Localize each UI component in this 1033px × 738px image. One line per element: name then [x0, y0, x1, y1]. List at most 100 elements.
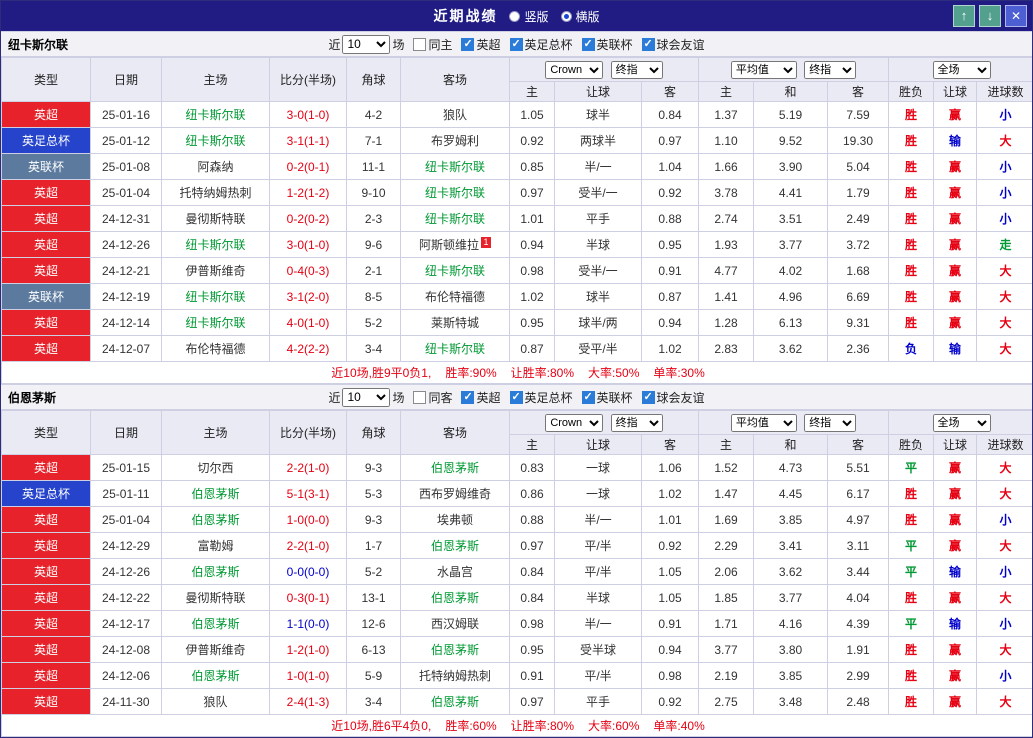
euro-home-odds: 2.29	[699, 533, 754, 559]
asian-source-select[interactable]: Crown	[545, 414, 603, 432]
home-team[interactable]: 曼彻斯特联	[162, 206, 270, 232]
layout-horizontal-radio[interactable]: 横版	[561, 8, 600, 25]
asian-away-odds: 0.92	[642, 689, 699, 715]
euro-home-odds: 1.10	[699, 128, 754, 154]
away-team[interactable]: 伯恩茅斯	[401, 689, 510, 715]
league-filter-2[interactable]: 英联杯	[575, 36, 633, 53]
scroll-up-button[interactable]: ↑	[953, 5, 975, 27]
away-team[interactable]: 伯恩茅斯	[401, 533, 510, 559]
home-team[interactable]: 阿森纳	[162, 154, 270, 180]
match-count-select[interactable]: 10	[342, 388, 390, 407]
away-team[interactable]: 纽卡斯尔联	[401, 154, 510, 180]
away-team[interactable]: 莱斯特城	[401, 310, 510, 336]
score[interactable]: 2-4(1-3)	[270, 689, 347, 715]
away-team[interactable]: 西汉姆联	[401, 611, 510, 637]
home-team[interactable]: 伯恩茅斯	[162, 507, 270, 533]
home-team[interactable]: 纽卡斯尔联	[162, 284, 270, 310]
close-button[interactable]: ✕	[1005, 5, 1027, 27]
score[interactable]: 0-2(0-2)	[270, 206, 347, 232]
layout-vertical-radio[interactable]: 竖版	[509, 8, 548, 25]
score[interactable]: 0-0(0-0)	[270, 559, 347, 585]
home-team[interactable]: 伯恩茅斯	[162, 663, 270, 689]
away-team[interactable]: 西布罗姆维奇	[401, 481, 510, 507]
score[interactable]: 1-2(1-0)	[270, 637, 347, 663]
away-team[interactable]: 伯恩茅斯	[401, 637, 510, 663]
score[interactable]: 4-0(1-0)	[270, 310, 347, 336]
score[interactable]: 1-0(1-0)	[270, 663, 347, 689]
home-team[interactable]: 伯恩茅斯	[162, 611, 270, 637]
score[interactable]: 2-2(1-0)	[270, 533, 347, 559]
home-team[interactable]: 富勒姆	[162, 533, 270, 559]
away-team[interactable]: 埃弗顿	[401, 507, 510, 533]
away-team[interactable]: 纽卡斯尔联	[401, 206, 510, 232]
euro-source-select[interactable]: 平均值	[731, 414, 797, 432]
score[interactable]: 0-3(0-1)	[270, 585, 347, 611]
home-team[interactable]: 纽卡斯尔联	[162, 102, 270, 128]
league-checkbox[interactable]	[461, 38, 474, 51]
home-team[interactable]: 伊普斯维奇	[162, 637, 270, 663]
league-filter-3[interactable]: 球会友谊	[635, 389, 705, 406]
asian-time-select[interactable]: 终指	[611, 61, 663, 79]
away-team[interactable]: 纽卡斯尔联	[401, 180, 510, 206]
euro-source-select[interactable]: 平均值	[731, 61, 797, 79]
home-team[interactable]: 伊普斯维奇	[162, 258, 270, 284]
score[interactable]: 3-0(1-0)	[270, 102, 347, 128]
away-team[interactable]: 布伦特福德	[401, 284, 510, 310]
asian-time-select[interactable]: 终指	[611, 414, 663, 432]
score[interactable]: 1-0(0-0)	[270, 507, 347, 533]
league-filter-0[interactable]: 英超	[454, 36, 500, 53]
score[interactable]: 1-2(1-2)	[270, 180, 347, 206]
league-checkbox[interactable]	[461, 391, 474, 404]
away-team[interactable]: 托特纳姆热刺	[401, 663, 510, 689]
score[interactable]: 0-2(0-1)	[270, 154, 347, 180]
score[interactable]: 0-4(0-3)	[270, 258, 347, 284]
home-team[interactable]: 切尔西	[162, 455, 270, 481]
score[interactable]: 2-2(1-0)	[270, 455, 347, 481]
score[interactable]: 4-2(2-2)	[270, 336, 347, 362]
same-venue-checkbox[interactable]	[413, 38, 426, 51]
scope-select[interactable]: 全场	[933, 61, 991, 79]
away-team[interactable]: 伯恩茅斯	[401, 455, 510, 481]
away-team[interactable]: 伯恩茅斯	[401, 585, 510, 611]
score[interactable]: 5-1(3-1)	[270, 481, 347, 507]
league-checkbox[interactable]	[510, 391, 523, 404]
away-team[interactable]: 布罗姆利	[401, 128, 510, 154]
away-team[interactable]: 狼队	[401, 102, 510, 128]
league-checkbox[interactable]	[642, 391, 655, 404]
asian-source-select[interactable]: Crown	[545, 61, 603, 79]
league-checkbox[interactable]	[582, 391, 595, 404]
league-filter-1[interactable]: 英足总杯	[503, 389, 573, 406]
league-checkbox[interactable]	[582, 38, 595, 51]
away-team[interactable]: 纽卡斯尔联	[401, 258, 510, 284]
score[interactable]: 3-1(2-0)	[270, 284, 347, 310]
league-filter-1[interactable]: 英足总杯	[503, 36, 573, 53]
home-team[interactable]: 托特纳姆热刺	[162, 180, 270, 206]
league-checkbox[interactable]	[642, 38, 655, 51]
league-filter-0[interactable]: 英超	[454, 389, 500, 406]
away-team[interactable]: 水晶宫	[401, 559, 510, 585]
euro-time-select[interactable]: 终指	[804, 414, 856, 432]
league-checkbox[interactable]	[510, 38, 523, 51]
score[interactable]: 3-1(1-1)	[270, 128, 347, 154]
league-filter-2[interactable]: 英联杯	[575, 389, 633, 406]
scope-select[interactable]: 全场	[933, 414, 991, 432]
home-team[interactable]: 纽卡斯尔联	[162, 128, 270, 154]
away-team[interactable]: 阿斯顿维拉1	[401, 232, 510, 258]
score[interactable]: 3-0(1-0)	[270, 232, 347, 258]
score[interactable]: 1-1(0-0)	[270, 611, 347, 637]
scroll-down-button[interactable]: ↓	[979, 5, 1001, 27]
home-team[interactable]: 狼队	[162, 689, 270, 715]
home-team[interactable]: 伯恩茅斯	[162, 481, 270, 507]
league-filter-3[interactable]: 球会友谊	[635, 36, 705, 53]
home-team[interactable]: 曼彻斯特联	[162, 585, 270, 611]
away-team[interactable]: 纽卡斯尔联	[401, 336, 510, 362]
same-venue-checkbox[interactable]	[413, 391, 426, 404]
home-team[interactable]: 纽卡斯尔联	[162, 232, 270, 258]
same-venue-filter[interactable]: 同主	[406, 36, 452, 53]
same-venue-filter[interactable]: 同客	[406, 389, 452, 406]
euro-time-select[interactable]: 终指	[804, 61, 856, 79]
home-team[interactable]: 伯恩茅斯	[162, 559, 270, 585]
home-team[interactable]: 布伦特福德	[162, 336, 270, 362]
match-count-select[interactable]: 10	[342, 35, 390, 54]
home-team[interactable]: 纽卡斯尔联	[162, 310, 270, 336]
